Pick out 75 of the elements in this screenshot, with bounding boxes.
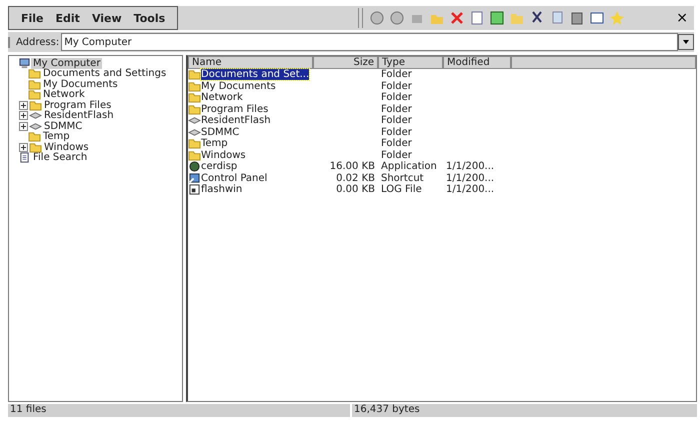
file-type: Folder (381, 138, 412, 150)
menu-item[interactable]: File (15, 12, 50, 24)
column-header[interactable]: Name (188, 56, 313, 69)
file-type: Folder (381, 92, 412, 104)
tree-item[interactable]: Temp (41, 131, 72, 142)
tree-item[interactable]: SDMMC (42, 120, 84, 132)
folder-icon (28, 78, 41, 90)
file-name[interactable]: SDMMC (201, 126, 240, 138)
file-name[interactable]: Control Panel (201, 172, 268, 184)
file-name[interactable]: Windows (201, 150, 246, 161)
delete-icon[interactable] (449, 10, 466, 26)
file-icon (188, 184, 201, 196)
expand-toggle[interactable] (19, 142, 28, 152)
folder-icon (188, 104, 201, 115)
file-type: Folder (381, 80, 412, 92)
file-type: Folder (381, 115, 412, 126)
drive-icon (29, 120, 42, 132)
file-date: 1/1/200... (446, 184, 494, 196)
column-header[interactable]: Size (313, 56, 378, 69)
file-size: 16.00 KB (330, 161, 375, 172)
tree-item[interactable]: My Computer (31, 58, 102, 69)
file-name[interactable]: Program Files (201, 104, 268, 115)
folder-icon (188, 138, 201, 150)
file-name[interactable]: cerdisp (201, 161, 238, 172)
folder-icon (28, 89, 41, 100)
menu-item[interactable]: Edit (50, 12, 86, 24)
menu-item[interactable]: Tools (128, 12, 172, 24)
expand-toggle[interactable] (19, 111, 28, 120)
file-type: Folder (381, 150, 412, 161)
file-type: Folder (381, 69, 412, 80)
computer-icon (18, 58, 31, 69)
drive-icon (29, 110, 42, 122)
status-size: 16,437 bytes (352, 404, 697, 417)
file-name[interactable]: Temp (201, 138, 228, 150)
tree-item[interactable]: Documents and Settings (41, 68, 168, 80)
tree-item[interactable]: Windows (42, 142, 91, 153)
column-header[interactable]: Type (378, 56, 443, 69)
tree-item[interactable]: Network (41, 89, 87, 100)
folder-icon (28, 68, 41, 80)
file-name[interactable]: flashwin (201, 184, 242, 196)
expand-toggle[interactable] (19, 100, 28, 110)
file-size: 0.02 KB (336, 172, 375, 184)
drive-icon (188, 115, 201, 126)
folder-icon (29, 142, 42, 153)
file-type: Folder (381, 126, 412, 138)
document-icon (18, 152, 31, 164)
file-date: 1/1/200... (446, 161, 494, 172)
file-type: Folder (381, 104, 412, 115)
folder-icon (188, 150, 201, 161)
file-type: LOG File (381, 184, 422, 196)
file-name[interactable]: Network (201, 92, 243, 104)
folder-icon (188, 80, 201, 92)
dropdown-icon[interactable] (678, 34, 694, 50)
folder-icon (29, 100, 42, 111)
tree-item[interactable]: File Search (31, 152, 90, 164)
gear-icon (188, 161, 201, 172)
control-panel-icon (188, 172, 201, 184)
file-name[interactable]: ResidentFlash (201, 115, 271, 126)
tree-item[interactable]: Program Files (42, 100, 114, 111)
expand-toggle[interactable] (19, 122, 28, 131)
menu-item[interactable]: View (86, 12, 128, 24)
file-type: Shortcut (381, 172, 424, 184)
column-header[interactable]: Modified (443, 56, 511, 69)
tree-item[interactable]: ResidentFlash (42, 110, 116, 122)
file-name[interactable]: My Documents (201, 80, 276, 92)
drive-icon (188, 126, 201, 138)
status-file-count: 11 files (8, 404, 350, 417)
folder-icon (28, 131, 41, 142)
folder-icon (188, 92, 201, 104)
file-size: 0.00 KB (336, 184, 375, 196)
file-name[interactable]: Documents and Set... (201, 69, 310, 80)
tree-item[interactable]: My Documents (41, 78, 120, 90)
file-date: 1/1/200... (446, 172, 494, 184)
file-type: Application (381, 161, 437, 172)
address-field[interactable]: My Computer (61, 33, 678, 51)
